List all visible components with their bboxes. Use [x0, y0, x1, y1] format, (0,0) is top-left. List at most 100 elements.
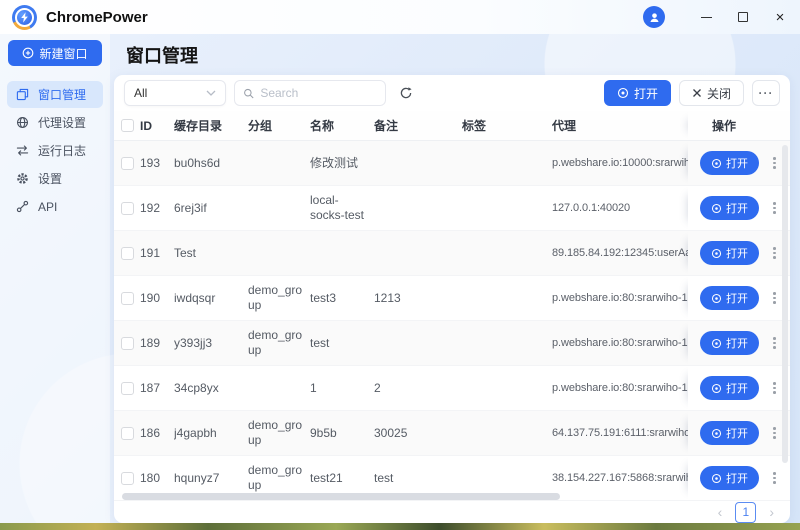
- group-filter-select[interactable]: All: [124, 80, 226, 106]
- select-all-checkbox[interactable]: [121, 119, 134, 132]
- more-actions-button[interactable]: ···: [752, 80, 780, 106]
- sidebar-item-3[interactable]: 设置: [7, 165, 103, 192]
- cell-note: 1213: [374, 291, 462, 306]
- close-button[interactable]: ×: [772, 9, 788, 25]
- cell-name: test21: [310, 471, 374, 486]
- cell-group: demo_group: [248, 328, 310, 358]
- column-header-2: 分组: [248, 117, 310, 134]
- cell-proxy: 127.0.0.1:40020: [552, 202, 688, 214]
- row-open-button[interactable]: 打开: [700, 331, 759, 355]
- row-checkbox[interactable]: [121, 472, 134, 485]
- table-row: 189y393jj3demo_grouptestp.webshare.io:80…: [114, 321, 790, 366]
- cell-note: test: [374, 471, 462, 486]
- row-more-button[interactable]: [771, 290, 778, 306]
- windows-table: ID缓存目录分组名称备注标签代理操作 193bu0hs6d修改测试p.websh…: [114, 111, 790, 501]
- row-checkbox[interactable]: [121, 337, 134, 350]
- sidebar-item-4[interactable]: API: [7, 193, 103, 220]
- cell-id: 186: [140, 426, 174, 440]
- cell-proxy: 89.185.84.192:12345:userAazd312:pa: [552, 247, 688, 259]
- cell-name: local-socks-test: [310, 193, 374, 223]
- row-more-button[interactable]: [771, 425, 778, 441]
- table-row: 1926rej3iflocal-socks-test127.0.0.1:4002…: [114, 186, 790, 231]
- chevron-down-icon: [206, 90, 216, 96]
- row-checkbox[interactable]: [121, 382, 134, 395]
- column-header-3: 名称: [310, 117, 374, 134]
- open-circle-icon: [711, 338, 722, 349]
- row-more-button[interactable]: [771, 200, 778, 216]
- cell-id: 190: [140, 291, 174, 305]
- row-open-button[interactable]: 打开: [700, 241, 759, 265]
- cell-proxy: p.webshare.io:80:srarwiho-1:atonupx: [552, 337, 688, 349]
- app-title: ChromePower: [46, 9, 148, 26]
- row-open-button[interactable]: 打开: [700, 196, 759, 220]
- x-icon: [692, 88, 702, 98]
- app-body: 新建窗口 窗口管理代理设置运行日志设置API 窗口管理 All: [0, 34, 800, 523]
- table-row: 191Test89.185.84.192:12345:userAazd312:p…: [114, 231, 790, 276]
- cell-id: 180: [140, 471, 174, 485]
- cell-proxy: 64.137.75.191:6111:srarwiho:atonupx: [552, 427, 688, 439]
- page-number[interactable]: 1: [735, 502, 756, 523]
- sidebar-item-2[interactable]: 运行日志: [7, 137, 103, 164]
- open-circle-icon: [711, 248, 722, 259]
- user-avatar[interactable]: [643, 6, 665, 28]
- row-more-button[interactable]: [771, 155, 778, 171]
- table-row: 190iwdqsqrdemo_grouptest31213p.webshare.…: [114, 276, 790, 321]
- gear-icon: [16, 172, 29, 185]
- table-row: 186j4gapbhdemo_group9b5b3002564.137.75.1…: [114, 411, 790, 456]
- cell-name: test3: [310, 291, 374, 306]
- sidebar-item-1[interactable]: 代理设置: [7, 109, 103, 136]
- globe-icon: [16, 116, 29, 129]
- column-header-7: 操作: [688, 111, 790, 140]
- search-input[interactable]: [260, 86, 377, 100]
- row-checkbox[interactable]: [121, 202, 134, 215]
- row-checkbox[interactable]: [121, 247, 134, 260]
- cell-actions: 打开: [688, 186, 790, 230]
- cell-group: demo_group: [248, 418, 310, 448]
- sidebar-item-label: 代理设置: [38, 114, 86, 131]
- column-header-1: 缓存目录: [174, 117, 248, 134]
- row-more-button[interactable]: [771, 380, 778, 396]
- maximize-button[interactable]: [735, 9, 751, 25]
- open-circle-icon: [711, 473, 722, 484]
- row-more-button[interactable]: [771, 245, 778, 261]
- row-open-button[interactable]: 打开: [700, 466, 759, 490]
- app-logo-icon: [12, 5, 37, 30]
- open-circle-icon: [617, 87, 629, 99]
- refresh-button[interactable]: [394, 81, 418, 105]
- refresh-icon: [399, 86, 413, 100]
- prev-page-button[interactable]: ‹: [718, 505, 723, 519]
- row-open-button[interactable]: 打开: [700, 376, 759, 400]
- sidebar-item-label: 窗口管理: [38, 86, 86, 103]
- open-circle-icon: [711, 383, 722, 394]
- cell-id: 187: [140, 381, 174, 395]
- group-filter-value: All: [134, 86, 147, 100]
- row-checkbox[interactable]: [121, 427, 134, 440]
- link-icon: [16, 200, 29, 213]
- cell-proxy: p.webshare.io:80:srarwiho-1:atonupx: [552, 382, 688, 394]
- vertical-scrollbar[interactable]: [782, 145, 788, 463]
- sidebar: 新建窗口 窗口管理代理设置运行日志设置API: [0, 34, 110, 523]
- close-selected-button[interactable]: 关闭: [679, 80, 744, 106]
- search-icon: [243, 87, 254, 100]
- new-window-button[interactable]: 新建窗口: [8, 40, 102, 66]
- row-open-button[interactable]: 打开: [700, 286, 759, 310]
- minimize-button[interactable]: [698, 9, 714, 25]
- cell-cache-dir: j4gapbh: [174, 426, 248, 441]
- row-more-button[interactable]: [771, 470, 778, 486]
- row-open-button[interactable]: 打开: [700, 151, 759, 175]
- table-row: 193bu0hs6d修改测试p.webshare.io:10000:srarwi…: [114, 141, 790, 186]
- horizontal-scrollbar[interactable]: [122, 493, 560, 500]
- row-open-button[interactable]: 打开: [700, 421, 759, 445]
- table-row: 18734cp8yx12p.webshare.io:80:srarwiho-1:…: [114, 366, 790, 411]
- column-header-4: 备注: [374, 117, 462, 134]
- cell-proxy: 38.154.227.167:5868:srarwiho:atonup: [552, 472, 688, 484]
- cell-name: 修改测试: [310, 156, 374, 171]
- row-more-button[interactable]: [771, 335, 778, 351]
- next-page-button[interactable]: ›: [769, 505, 774, 519]
- sidebar-item-0[interactable]: 窗口管理: [7, 81, 103, 108]
- cell-cache-dir: 34cp8yx: [174, 381, 248, 396]
- row-checkbox[interactable]: [121, 292, 134, 305]
- open-selected-button[interactable]: 打开: [604, 80, 671, 106]
- filter-toolbar: All 打开 关闭 ···: [114, 75, 790, 111]
- row-checkbox[interactable]: [121, 157, 134, 170]
